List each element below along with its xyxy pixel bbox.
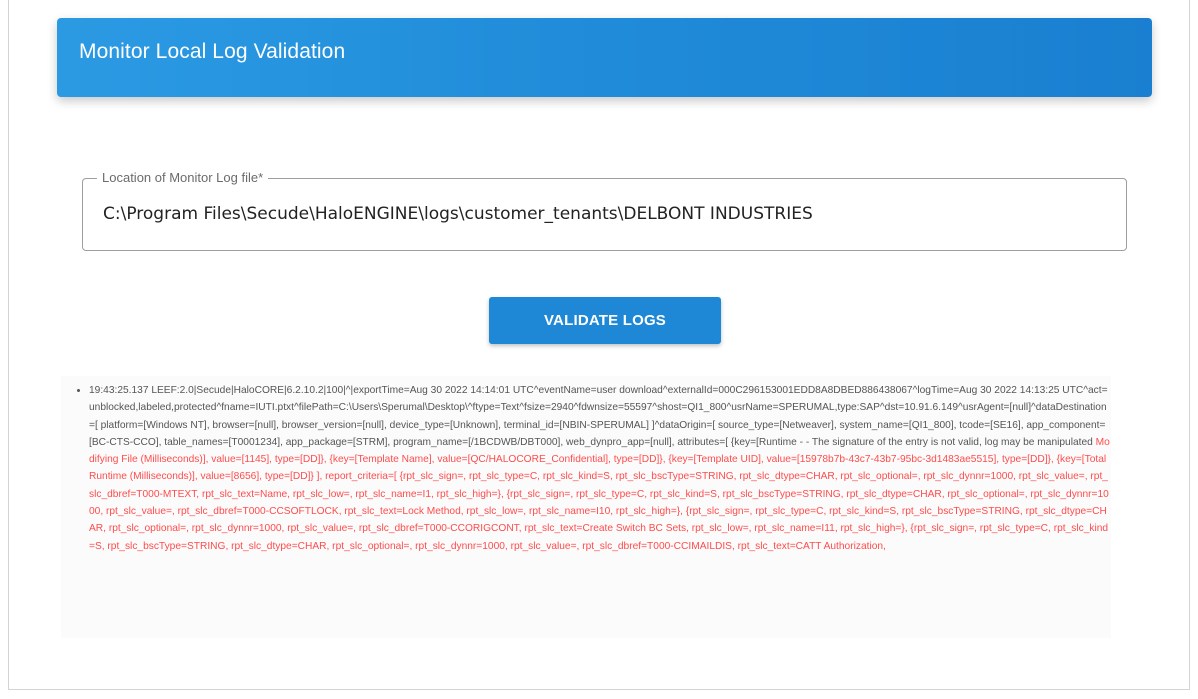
validate-logs-button[interactable]: VALIDATE LOGS [489,297,721,344]
log-file-location-field: Location of Monitor Log file* [82,170,1127,251]
page-title: Monitor Local Log Validation [79,40,346,63]
log-entry: 19:43:25.137 LEEF:2.0|Secude|HaloCORE|6.… [89,376,1111,555]
log-entry-text: 19:43:25.137 LEEF:2.0|Secude|HaloCORE|6.… [89,385,1108,448]
log-list: 19:43:25.137 LEEF:2.0|Secude|HaloCORE|6.… [61,376,1111,555]
page-header: Monitor Local Log Validation [57,18,1152,97]
log-entry-error-text: Modifying File (Milliseconds)], value=[1… [89,436,1110,552]
log-output-panel: 19:43:25.137 LEEF:2.0|Secude|HaloCORE|6.… [61,376,1111,638]
log-file-location-label: Location of Monitor Log file* [97,170,269,186]
log-file-location-input[interactable] [103,200,1103,228]
